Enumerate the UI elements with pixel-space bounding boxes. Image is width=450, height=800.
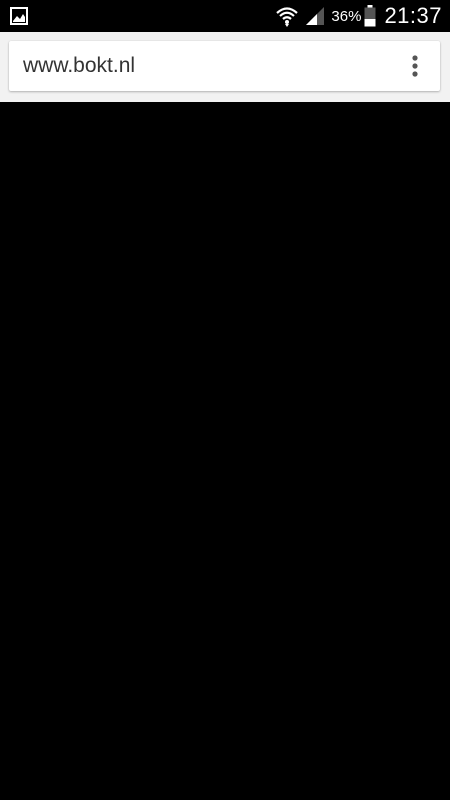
signal-icon: [306, 7, 325, 25]
status-bar: 36% 21:37: [0, 0, 450, 32]
wifi-icon: [276, 7, 299, 27]
url-text[interactable]: www.bokt.nl: [23, 54, 135, 78]
battery-icon: [364, 5, 376, 27]
status-icons: 36% 21:37: [275, 0, 442, 32]
more-vert-icon[interactable]: [400, 51, 430, 81]
web-content[interactable]: [0, 102, 450, 800]
browser-toolbar: www.bokt.nl: [0, 32, 450, 102]
image-icon: [10, 7, 28, 25]
address-bar[interactable]: www.bokt.nl: [9, 41, 440, 91]
clock: 21:37: [384, 3, 442, 28]
battery-percent: 36%: [331, 7, 362, 25]
